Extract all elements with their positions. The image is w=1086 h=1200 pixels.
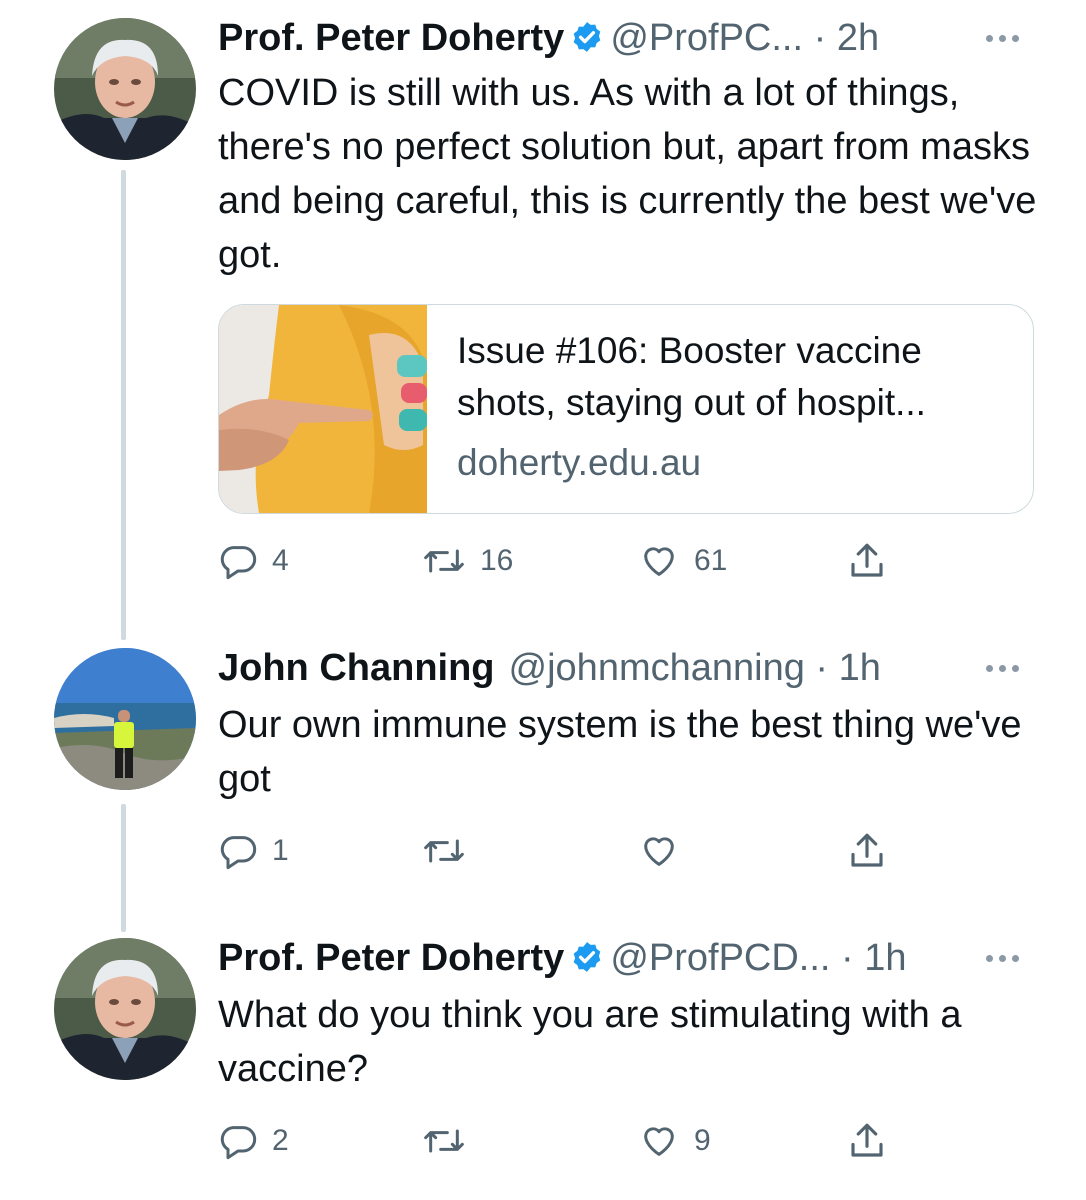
like-count: 61 bbox=[694, 544, 728, 577]
reply-count: 2 bbox=[272, 1124, 289, 1157]
tweet[interactable]: Prof. Peter Doherty @ProfPC... · 2h COVID… bbox=[0, 18, 1086, 618]
share-button[interactable] bbox=[846, 538, 888, 584]
link-card-title: Issue #106: Booster vaccine shots, stayi… bbox=[457, 330, 926, 423]
link-card-domain: doherty.edu.au bbox=[457, 442, 702, 483]
user-handle[interactable]: @ProfPCD... bbox=[610, 937, 830, 979]
retweet-icon bbox=[422, 1121, 466, 1161]
heart-icon bbox=[638, 831, 680, 871]
verified-badge-icon bbox=[570, 20, 604, 62]
share-icon bbox=[846, 540, 888, 582]
reply-count: 4 bbox=[272, 544, 289, 577]
share-button[interactable] bbox=[846, 828, 888, 874]
separator-dot: · bbox=[803, 17, 837, 59]
retweet-button[interactable] bbox=[422, 1118, 480, 1164]
avatar[interactable] bbox=[54, 18, 196, 160]
share-button[interactable] bbox=[846, 1118, 888, 1164]
tweet-actions: 4 16 61 bbox=[218, 538, 918, 584]
reply-icon bbox=[218, 831, 258, 871]
retweet-count: 16 bbox=[480, 544, 514, 577]
heart-icon bbox=[638, 1121, 680, 1161]
more-icon[interactable] bbox=[976, 648, 1028, 688]
reply-button[interactable]: 2 bbox=[218, 1118, 289, 1164]
tweet-actions: 1 bbox=[218, 828, 918, 874]
heart-icon bbox=[638, 541, 680, 581]
tweet[interactable]: Prof. Peter Doherty @ProfPCD... · 1h What… bbox=[0, 938, 1086, 1168]
tweet-header: Prof. Peter Doherty @ProfPCD... · 1h bbox=[218, 938, 907, 978]
link-card-image bbox=[219, 305, 427, 513]
timestamp[interactable]: 1h bbox=[864, 937, 906, 979]
tweet-text: Our own immune system is the best thing … bbox=[218, 704, 1022, 800]
timestamp[interactable]: 1h bbox=[839, 647, 881, 689]
avatar[interactable] bbox=[54, 938, 196, 1080]
tweet[interactable]: John Channing @johnmchanning · 1h Our own… bbox=[0, 648, 1086, 888]
verified-badge-icon bbox=[570, 940, 604, 982]
tweet-text: What do you think you are stimulating wi… bbox=[218, 994, 962, 1090]
retweet-icon bbox=[422, 541, 466, 581]
reply-button[interactable]: 4 bbox=[218, 538, 289, 584]
link-card-text: Issue #106: Booster vaccine shots, stayi… bbox=[427, 305, 1017, 513]
more-icon[interactable] bbox=[976, 938, 1028, 978]
separator-dot: · bbox=[804, 647, 839, 689]
tweet-header: John Channing @johnmchanning · 1h bbox=[218, 648, 881, 688]
user-handle[interactable]: @johnmchanning bbox=[509, 647, 805, 689]
reply-icon bbox=[218, 1121, 258, 1161]
tweet-text: COVID is still with us. As with a lot of… bbox=[218, 72, 1037, 276]
avatar[interactable] bbox=[54, 648, 196, 790]
like-button[interactable]: 61 bbox=[638, 538, 727, 584]
display-name[interactable]: John Channing bbox=[218, 647, 495, 689]
share-icon bbox=[846, 1120, 888, 1162]
timestamp[interactable]: 2h bbox=[837, 17, 879, 59]
display-name[interactable]: Prof. Peter Doherty bbox=[218, 17, 564, 59]
like-count: 9 bbox=[694, 1124, 711, 1157]
display-name[interactable]: Prof. Peter Doherty bbox=[218, 937, 564, 979]
link-card[interactable]: Issue #106: Booster vaccine shots, stayi… bbox=[218, 304, 1034, 514]
reply-icon bbox=[218, 541, 258, 581]
retweet-button[interactable]: 16 bbox=[422, 538, 513, 584]
tweet-actions: 2 9 bbox=[218, 1118, 918, 1164]
more-icon[interactable] bbox=[976, 18, 1028, 58]
retweet-button[interactable] bbox=[422, 828, 480, 874]
separator-dot: · bbox=[830, 937, 865, 979]
share-icon bbox=[846, 830, 888, 872]
user-handle[interactable]: @ProfPC... bbox=[610, 17, 803, 59]
like-button[interactable] bbox=[638, 828, 694, 874]
like-button[interactable]: 9 bbox=[638, 1118, 711, 1164]
reply-button[interactable]: 1 bbox=[218, 828, 289, 874]
retweet-icon bbox=[422, 831, 466, 871]
tweet-header: Prof. Peter Doherty @ProfPC... · 2h bbox=[218, 18, 879, 58]
reply-count: 1 bbox=[272, 834, 289, 867]
